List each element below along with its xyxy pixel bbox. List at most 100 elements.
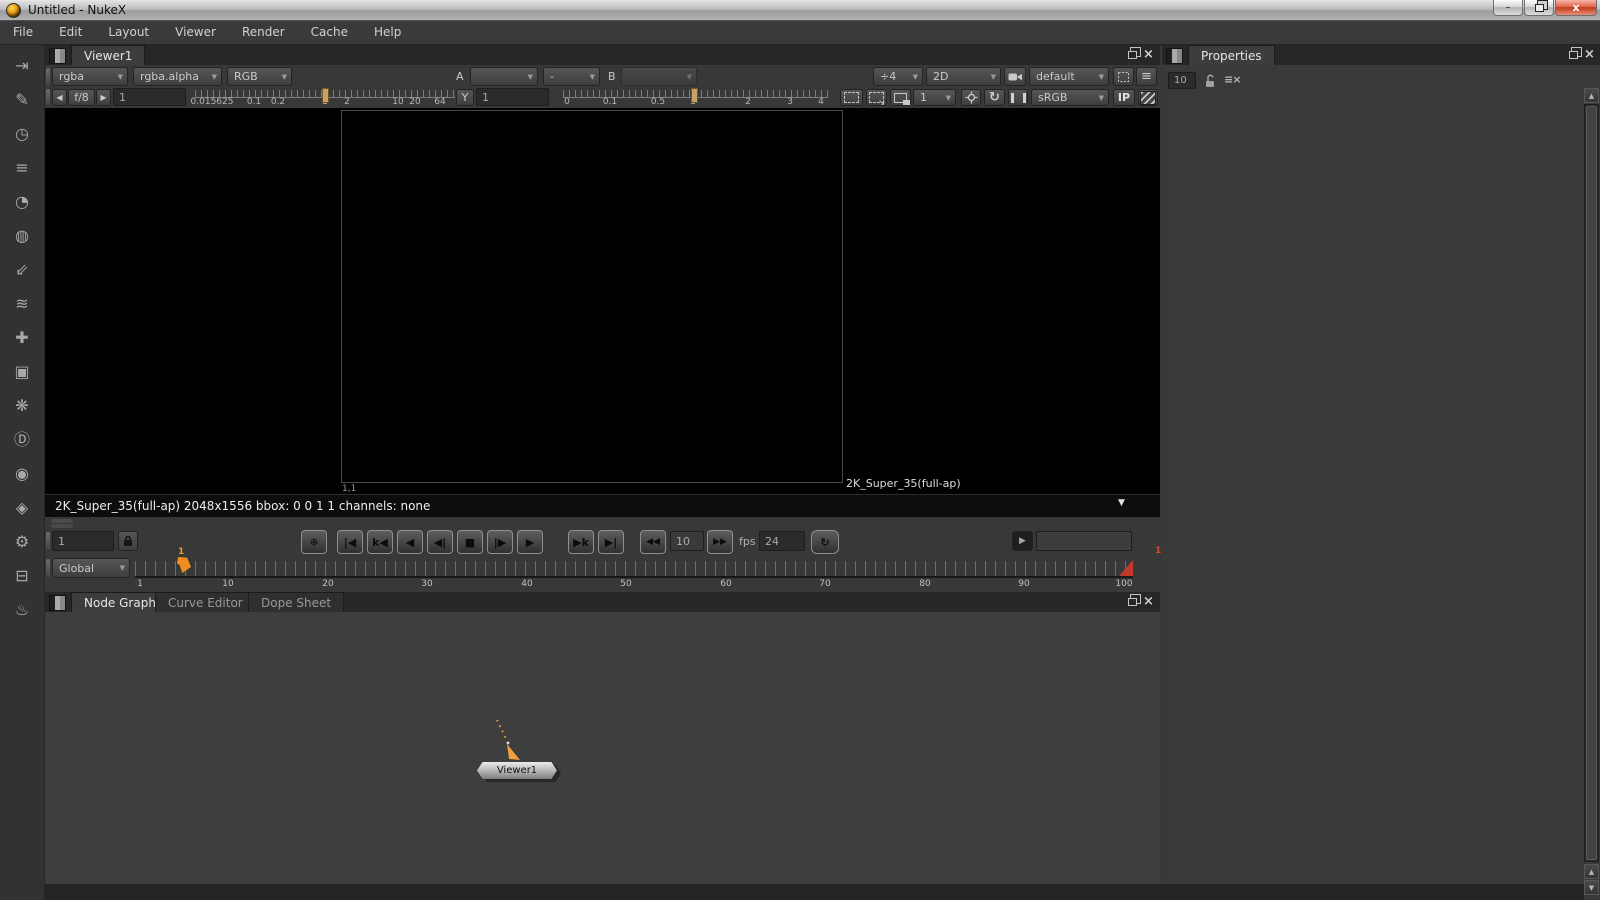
view-selection-dropdown[interactable]: default▼ xyxy=(1029,67,1109,86)
title-bar[interactable]: Untitled - NukeX xyxy=(0,0,1600,21)
minimize-button[interactable]: – xyxy=(1493,0,1523,16)
viewer-canvas[interactable]: 1,1 2K_Super_35(full-ap) xyxy=(45,108,1160,494)
current-frame-input[interactable] xyxy=(52,531,114,551)
draw-icon[interactable]: ✎ xyxy=(11,89,33,110)
viewer-settings-button[interactable]: ≡ xyxy=(1136,67,1157,86)
play-backward-button[interactable]: ◀ xyxy=(397,530,423,554)
particles-icon[interactable]: ❋ xyxy=(11,395,33,416)
frame-increment-input[interactable] xyxy=(670,531,704,551)
other-icon[interactable]: ⊟ xyxy=(11,565,33,586)
menu-file[interactable]: File xyxy=(0,21,46,44)
unlock-panels-button[interactable] xyxy=(1204,73,1216,92)
update-viewer-button[interactable]: ↻ xyxy=(984,89,1005,106)
display-channels-dropdown[interactable]: RGB▼ xyxy=(227,67,292,86)
b-buffer-dropdown[interactable]: ▼ xyxy=(621,67,697,86)
3d-icon[interactable]: ▣ xyxy=(11,361,33,382)
menu-edit[interactable]: Edit xyxy=(46,21,95,44)
lock-camera-button[interactable] xyxy=(1004,67,1026,86)
scroll-up-button[interactable]: ▲ xyxy=(1584,88,1599,103)
scrollbar-thumb[interactable] xyxy=(1586,106,1597,860)
deep-icon[interactable]: Ⓓ xyxy=(11,429,33,450)
float-panel-icon[interactable] xyxy=(1569,51,1578,59)
gain-prev-button[interactable]: ◀ xyxy=(52,89,67,106)
viewer-process-dropdown[interactable]: sRGB▼ xyxy=(1031,89,1109,106)
gamma-input[interactable] xyxy=(476,88,549,106)
clear-all-panels-button[interactable]: ≡× xyxy=(1224,73,1240,86)
time-icon[interactable]: ◷ xyxy=(11,123,33,144)
gain-next-button[interactable]: ▶ xyxy=(96,89,111,106)
tab-curve-editor[interactable]: Curve Editor xyxy=(155,592,256,612)
flipbook-range-input[interactable] xyxy=(1036,531,1132,551)
monitor-output-button[interactable] xyxy=(890,89,911,106)
color-icon[interactable]: ◔ xyxy=(11,191,33,212)
gamma-slider-handle[interactable] xyxy=(691,88,698,103)
float-panel-icon[interactable] xyxy=(1128,51,1137,59)
tab-properties[interactable]: Properties xyxy=(1188,45,1275,65)
freeze-button[interactable]: ❄ xyxy=(301,530,327,554)
tab-viewer1[interactable]: Viewer1 xyxy=(71,45,145,65)
node-graph-canvas[interactable]: Viewer1 xyxy=(45,612,1160,884)
splitter-handle[interactable] xyxy=(51,519,73,523)
ab-blend-dropdown[interactable]: -▼ xyxy=(543,67,600,86)
lock-range-button[interactable] xyxy=(118,531,138,551)
pause-viewer-button[interactable] xyxy=(1008,89,1028,106)
menu-viewer[interactable]: Viewer xyxy=(162,21,229,44)
panel-grip[interactable] xyxy=(46,559,50,577)
gamma-slider[interactable]: 0 0.1 0.5 1 2 3 4 xyxy=(563,88,828,107)
a-buffer-dropdown[interactable]: ▼ xyxy=(470,67,538,86)
goto-start-button[interactable]: |◀ xyxy=(337,530,363,554)
scroll-up-button-bottom[interactable]: ▲ xyxy=(1584,864,1599,879)
transform-icon[interactable]: ✚ xyxy=(11,327,33,348)
play-button[interactable]: ▶ xyxy=(517,530,543,554)
frame-range-dropdown[interactable]: Global▼ xyxy=(52,558,130,578)
gain-slider[interactable]: 0.015625 0.1 0.2 1 2 10 20 64 xyxy=(195,88,455,107)
crop-to-format-button[interactable] xyxy=(1113,67,1134,86)
stop-button[interactable]: ■ xyxy=(457,530,483,554)
layer-dropdown[interactable]: rgba▼ xyxy=(52,67,128,86)
skip-back-button[interactable]: ◀◀ xyxy=(640,530,666,554)
gain-fstop-label[interactable]: f/8 xyxy=(68,89,95,106)
image-icon[interactable]: ⇥ xyxy=(11,55,33,76)
menu-cache[interactable]: Cache xyxy=(298,21,361,44)
panel-selector-icon[interactable] xyxy=(49,595,66,611)
view-mode-dropdown[interactable]: 2D▼ xyxy=(926,67,1001,86)
panel-grip[interactable] xyxy=(46,68,50,85)
menu-help[interactable]: Help xyxy=(361,21,414,44)
status-dropdown-icon[interactable]: ▼ xyxy=(1118,498,1125,508)
timeline[interactable]: 1 10 20 30 40 50 60 70 80 90 100 1 100 xyxy=(135,556,1135,590)
wipe-button[interactable] xyxy=(1138,89,1158,106)
filter-icon[interactable]: ◍ xyxy=(11,225,33,246)
keyer-icon[interactable]: ⇙ xyxy=(11,259,33,280)
alpha-layer-dropdown[interactable]: rgba.alpha▼ xyxy=(133,67,222,86)
views-icon[interactable]: ◉ xyxy=(11,463,33,484)
merge-icon[interactable]: ≋ xyxy=(11,293,33,314)
clipping-warning-button[interactable]: ↘ xyxy=(866,89,887,106)
scrollbar-track[interactable] xyxy=(1584,104,1599,862)
toolsets-icon[interactable]: ⚙ xyxy=(11,531,33,552)
next-keyframe-button[interactable]: ▶k xyxy=(568,530,594,554)
node-input-connector[interactable] xyxy=(485,717,531,767)
panel-grip[interactable] xyxy=(46,532,50,550)
input-process-button[interactable] xyxy=(840,89,863,106)
flipbook-button[interactable]: ▶ xyxy=(1012,531,1033,551)
float-panel-icon[interactable] xyxy=(1128,598,1137,606)
close-panel-icon[interactable]: × xyxy=(1143,595,1154,609)
step-back-button[interactable]: ◀| xyxy=(427,530,453,554)
skip-forward-button[interactable]: ▶▶ xyxy=(707,530,733,554)
downrez-dropdown[interactable]: ÷4▼ xyxy=(873,67,923,86)
max-panels-input[interactable] xyxy=(1168,72,1196,89)
scroll-down-button[interactable]: ▼ xyxy=(1584,880,1599,895)
prev-keyframe-button[interactable]: k◀ xyxy=(367,530,393,554)
loop-mode-button[interactable]: ↻ xyxy=(811,530,839,554)
viewer-node[interactable]: Viewer1 xyxy=(477,762,557,779)
goto-end-button[interactable]: ▶| xyxy=(598,530,624,554)
fps-input[interactable] xyxy=(759,531,805,551)
splitter-handle[interactable] xyxy=(51,524,73,528)
channel-icon[interactable]: ≡ xyxy=(11,157,33,178)
step-forward-button[interactable]: |▶ xyxy=(487,530,513,554)
menu-render[interactable]: Render xyxy=(229,21,298,44)
close-panel-icon[interactable]: × xyxy=(1143,48,1154,62)
furnace-icon[interactable]: ♨ xyxy=(11,599,33,620)
roi-button[interactable] xyxy=(961,89,981,106)
close-panel-icon[interactable]: × xyxy=(1584,48,1595,62)
